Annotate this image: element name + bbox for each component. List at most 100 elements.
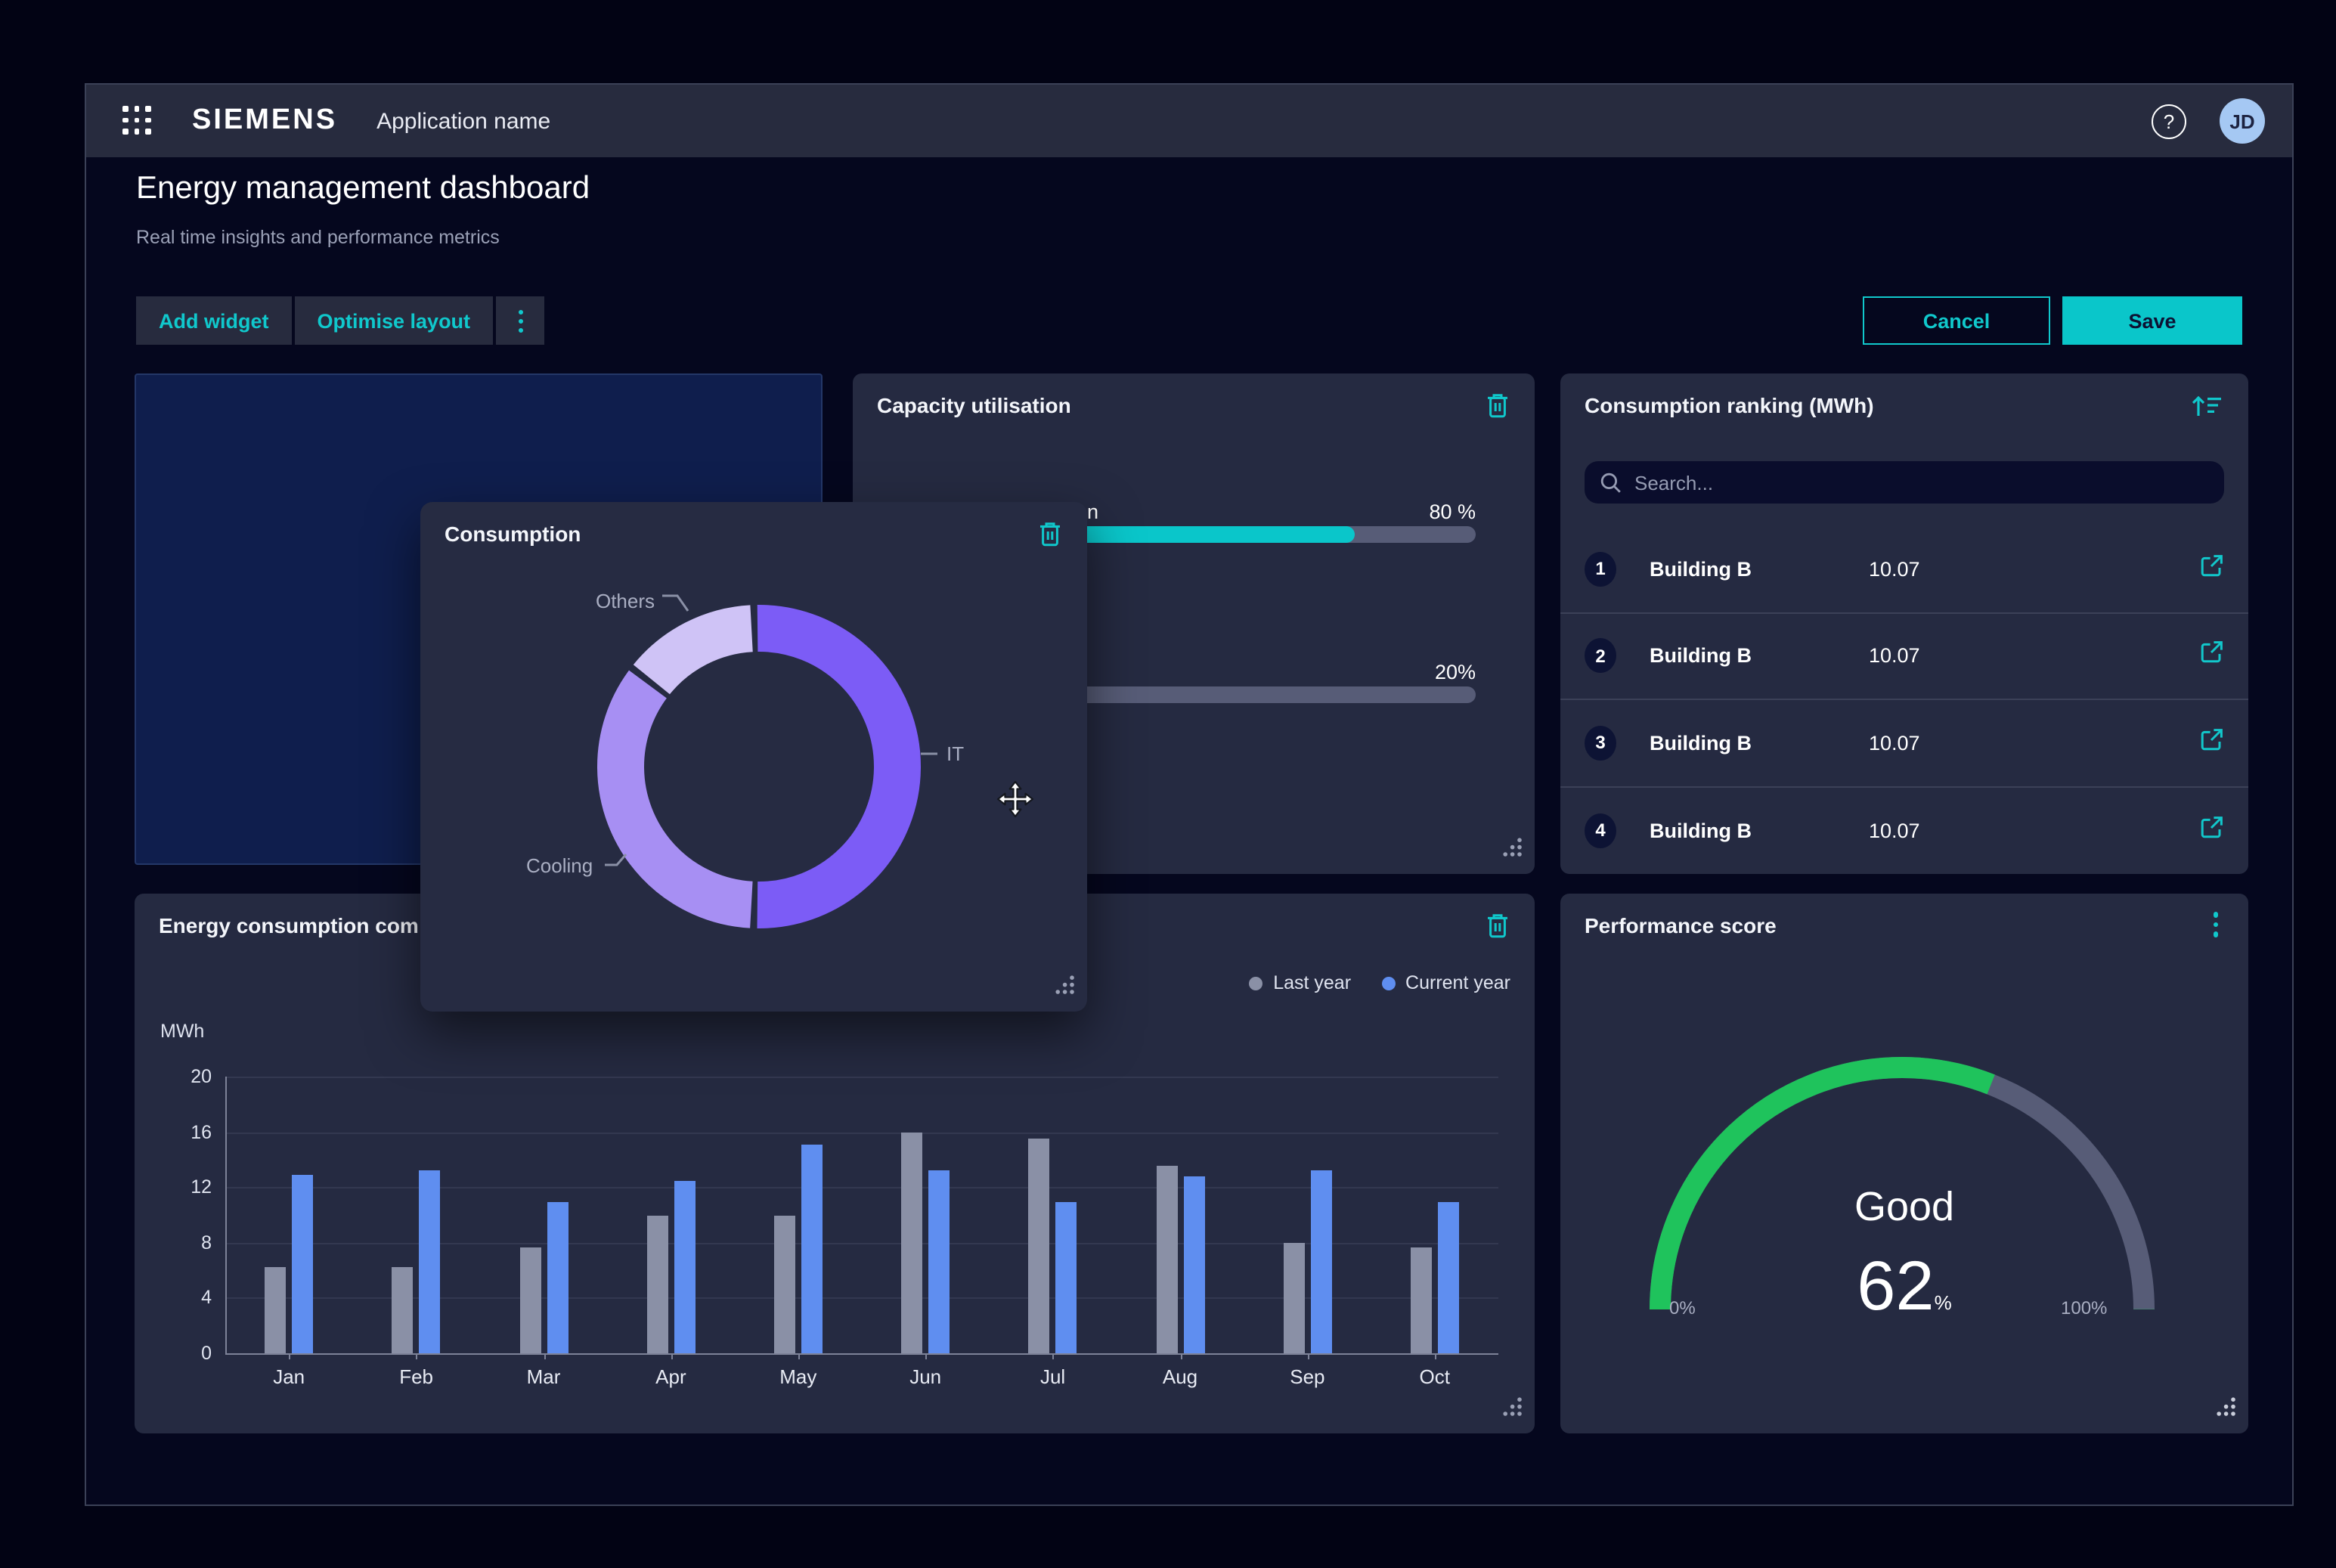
search-input[interactable]: Search... xyxy=(1585,461,2224,504)
bar-current-year xyxy=(547,1203,568,1353)
help-icon[interactable]: ? xyxy=(2152,104,2186,138)
x-tick-label: Mar xyxy=(527,1365,561,1388)
bar-current-year xyxy=(928,1170,950,1353)
ranking-list: 1 Building B 10.07 2 Building B 10.07 3 … xyxy=(1560,526,2248,874)
save-button[interactable]: Save xyxy=(2062,296,2242,345)
application-name: Application name xyxy=(376,108,550,134)
legend-current-year: Current year xyxy=(1381,972,1510,993)
legend-dot xyxy=(1381,976,1395,990)
x-tick xyxy=(1180,1355,1182,1359)
trash-icon[interactable] xyxy=(1037,520,1063,555)
rank-badge: 3 xyxy=(1585,726,1616,761)
x-tick-label: Jul xyxy=(1040,1365,1065,1388)
widget-title: Consumption ranking (MWh) xyxy=(1585,393,1874,417)
x-tick xyxy=(925,1355,927,1359)
progress-label-fragment: n xyxy=(1087,500,1098,523)
consumption-widget-dragging[interactable]: Consumption Others IT Cooling xyxy=(420,502,1087,1012)
gridline xyxy=(225,1298,1498,1300)
x-tick-label: May xyxy=(779,1365,816,1388)
user-avatar[interactable]: JD xyxy=(2220,98,2265,144)
progress-value: 80 % xyxy=(1429,500,1476,523)
gauge-unit: % xyxy=(1935,1291,1952,1314)
ranking-row[interactable]: 3 Building B 10.07 xyxy=(1560,700,2248,787)
widget-title: Capacity utilisation xyxy=(877,393,1071,417)
resize-grip[interactable] xyxy=(2217,1397,2236,1424)
consumption-value: 10.07 xyxy=(1869,732,2005,755)
toolbar-kebab-menu-icon[interactable] xyxy=(496,296,544,345)
widget-title: Energy consumption com xyxy=(159,913,419,937)
search-placeholder: Search... xyxy=(1634,471,1713,494)
edit-actions: Cancel Save xyxy=(1863,296,2242,345)
widget-kebab-menu-icon[interactable] xyxy=(2213,912,2218,937)
donut-label-cooling: Cooling xyxy=(526,854,593,877)
y-axis-label: MWh xyxy=(160,1021,204,1042)
open-external-icon[interactable] xyxy=(2200,553,2224,585)
donut-label-it: IT xyxy=(946,742,964,765)
chart-legend: Last year Current year xyxy=(1249,972,1510,993)
open-external-icon[interactable] xyxy=(2200,727,2224,759)
open-external-icon[interactable] xyxy=(2200,640,2224,672)
bar-current-year xyxy=(292,1175,313,1353)
x-tick xyxy=(798,1355,800,1359)
x-tick xyxy=(1307,1355,1309,1359)
consumption-value: 10.07 xyxy=(1869,645,2005,668)
x-tick-label: Jan xyxy=(273,1365,305,1388)
ranking-row[interactable]: 4 Building B 10.07 xyxy=(1560,787,2248,874)
x-tick xyxy=(1435,1355,1436,1359)
bar-current-year xyxy=(1438,1203,1459,1353)
resize-grip[interactable] xyxy=(1503,838,1523,865)
x-tick xyxy=(544,1355,545,1359)
cancel-button[interactable]: Cancel xyxy=(1863,296,2050,345)
add-widget-button[interactable]: Add widget xyxy=(136,296,292,345)
page-title: Energy management dashboard xyxy=(136,171,590,207)
optimise-layout-button[interactable]: Optimise layout xyxy=(295,296,494,345)
leader-line xyxy=(662,588,699,615)
progress-value: 20% xyxy=(1435,661,1476,683)
widget-title: Performance score xyxy=(1585,913,1777,937)
rank-badge: 1 xyxy=(1585,552,1616,587)
rank-badge: 2 xyxy=(1585,639,1616,674)
bar-current-year xyxy=(674,1180,695,1353)
bar-current-year xyxy=(801,1145,823,1353)
gauge-value: 62% xyxy=(1560,1244,2248,1326)
gridline xyxy=(225,1132,1498,1133)
consumption-value: 10.07 xyxy=(1869,820,2005,842)
donut-chart xyxy=(594,602,924,931)
y-tick-label: 12 xyxy=(191,1176,212,1198)
open-external-icon[interactable] xyxy=(2200,815,2224,847)
building-name: Building B xyxy=(1650,820,1869,842)
ranking-row[interactable]: 1 Building B 10.07 xyxy=(1560,526,2248,613)
ranking-row[interactable]: 2 Building B 10.07 xyxy=(1560,613,2248,700)
search-icon xyxy=(1600,471,1622,494)
bar-current-year xyxy=(1056,1203,1077,1353)
consumption-ranking-widget: Consumption ranking (MWh) Search... 1 Bu… xyxy=(1560,373,2248,874)
legend-last-year: Last year xyxy=(1249,972,1351,993)
donut-label-others: Others xyxy=(596,590,655,612)
sort-ascending-icon[interactable] xyxy=(2191,392,2224,426)
x-tick xyxy=(671,1355,672,1359)
app-launcher-icon[interactable] xyxy=(122,106,153,136)
trash-icon[interactable] xyxy=(1485,392,1510,426)
bar-last-year xyxy=(392,1268,414,1353)
building-name: Building B xyxy=(1650,732,1869,755)
building-name: Building B xyxy=(1650,558,1869,581)
resize-grip[interactable] xyxy=(1503,1397,1523,1424)
gridline xyxy=(225,1187,1498,1188)
resize-grip[interactable] xyxy=(1055,975,1075,1002)
dashboard-toolbar: Add widget Optimise layout xyxy=(136,296,544,345)
x-tick xyxy=(289,1355,290,1359)
widget-title: Consumption xyxy=(445,522,581,546)
x-tick-label: Oct xyxy=(1420,1365,1450,1388)
rank-badge: 4 xyxy=(1585,813,1616,848)
x-tick xyxy=(417,1355,418,1359)
leader-line xyxy=(921,751,939,758)
performance-score-widget: Performance score 0% 100% Good 62% xyxy=(1560,894,2248,1433)
bar-current-year xyxy=(1183,1176,1204,1353)
bar-last-year xyxy=(1283,1243,1304,1353)
leader-line xyxy=(605,851,629,869)
siemens-logo: SIEMENS xyxy=(192,104,337,138)
bar-last-year xyxy=(519,1248,541,1353)
trash-icon[interactable] xyxy=(1485,912,1510,947)
top-bar: SIEMENS Application name ? JD xyxy=(86,85,2292,157)
legend-dot xyxy=(1249,976,1262,990)
